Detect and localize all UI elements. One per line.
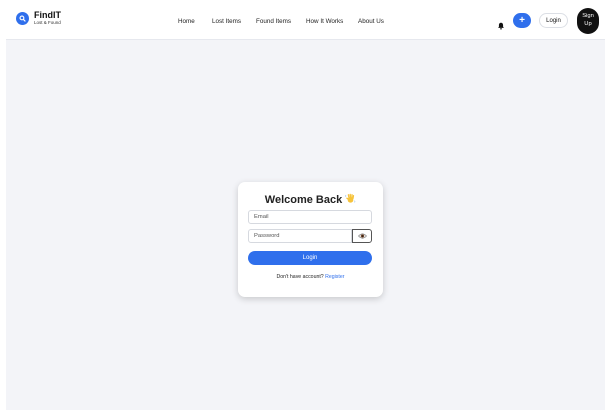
no-account-text: Don't have account?: [276, 274, 324, 280]
brand-tagline: Lost & Found: [34, 20, 61, 25]
nav-link-found-items[interactable]: Found Items: [256, 18, 291, 25]
brand-name: FindIT: [34, 10, 61, 20]
nav-login-button[interactable]: Login: [539, 13, 568, 28]
eye-icon[interactable]: [352, 229, 372, 243]
register-link[interactable]: Register: [325, 274, 344, 280]
search-icon: [16, 11, 29, 25]
login-title: Welcome Back: [238, 193, 383, 207]
brand[interactable]: FindIT Lost & Found: [16, 11, 61, 26]
add-item-button[interactable]: +: [513, 13, 531, 28]
email-field[interactable]: [248, 210, 372, 224]
waving-hand-icon: [345, 193, 356, 207]
login-submit-button[interactable]: Login: [248, 251, 372, 265]
signup-button[interactable]: Sign Up: [577, 8, 599, 34]
password-field[interactable]: [248, 229, 352, 243]
top-navbar: FindIT Lost & Found Home Lost Items Foun…: [6, 3, 605, 40]
login-title-text: Welcome Back: [264, 194, 343, 206]
nav-link-home[interactable]: Home: [178, 18, 195, 25]
bell-icon[interactable]: [497, 17, 505, 35]
brand-text: FindIT Lost & Found: [34, 11, 61, 26]
nav-link-lost-items[interactable]: Lost Items: [212, 18, 241, 25]
nav-link-how-it-works[interactable]: How It Works: [306, 18, 343, 25]
register-prompt: Don't have account? Register: [238, 274, 383, 280]
login-card: Welcome Back Email Login Don't have acco…: [238, 182, 383, 297]
app-viewport: FindIT Lost & Found Home Lost Items Foun…: [6, 3, 605, 410]
nav-link-about-us[interactable]: About Us: [358, 18, 384, 25]
page: FindIT Lost & Found Home Lost Items Foun…: [0, 0, 605, 410]
